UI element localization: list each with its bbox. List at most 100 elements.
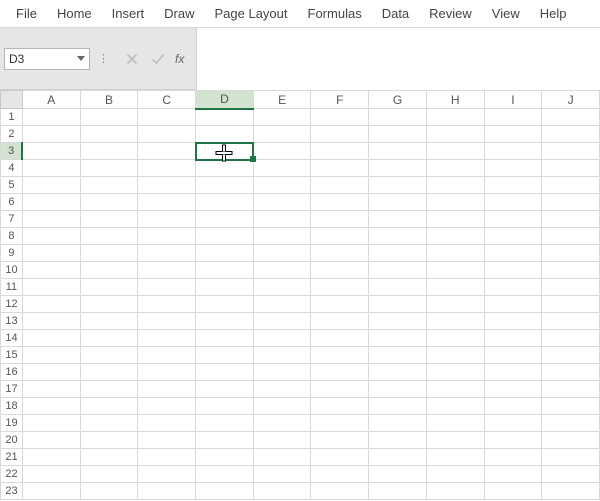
cell[interactable]: [369, 449, 427, 466]
ribbon-tab-home[interactable]: Home: [47, 0, 102, 28]
column-header[interactable]: E: [253, 91, 311, 109]
cell[interactable]: [80, 228, 138, 245]
cell[interactable]: [484, 313, 542, 330]
cell[interactable]: [426, 245, 484, 262]
cell[interactable]: [22, 313, 80, 330]
column-header[interactable]: J: [542, 91, 600, 109]
cell[interactable]: [196, 313, 254, 330]
enter-icon[interactable]: [149, 50, 167, 68]
cell[interactable]: [80, 483, 138, 500]
ribbon-tab-draw[interactable]: Draw: [154, 0, 204, 28]
cell[interactable]: [253, 347, 311, 364]
cell[interactable]: [369, 262, 427, 279]
cell[interactable]: [196, 449, 254, 466]
cell[interactable]: [484, 398, 542, 415]
cell[interactable]: [311, 143, 369, 160]
cell[interactable]: [542, 262, 600, 279]
cell[interactable]: [369, 347, 427, 364]
cell[interactable]: [80, 211, 138, 228]
ribbon-tab-review[interactable]: Review: [419, 0, 482, 28]
column-header[interactable]: D: [196, 91, 254, 109]
cell[interactable]: [22, 483, 80, 500]
cell[interactable]: [484, 211, 542, 228]
row-header[interactable]: 20: [1, 432, 23, 449]
cell[interactable]: [253, 313, 311, 330]
cell[interactable]: [253, 109, 311, 126]
cell[interactable]: [311, 245, 369, 262]
row-header[interactable]: 21: [1, 449, 23, 466]
row-header[interactable]: 10: [1, 262, 23, 279]
cell[interactable]: [196, 126, 254, 143]
cell[interactable]: [426, 364, 484, 381]
cell[interactable]: [138, 228, 196, 245]
row-header[interactable]: 6: [1, 194, 23, 211]
cell[interactable]: [22, 347, 80, 364]
cell[interactable]: [138, 483, 196, 500]
cell[interactable]: [484, 262, 542, 279]
cell[interactable]: [196, 296, 254, 313]
cell[interactable]: [311, 160, 369, 177]
cell[interactable]: [426, 211, 484, 228]
cell[interactable]: [196, 211, 254, 228]
cell[interactable]: [542, 279, 600, 296]
cell[interactable]: [311, 211, 369, 228]
cell[interactable]: [138, 398, 196, 415]
cell[interactable]: [311, 126, 369, 143]
cell[interactable]: [426, 313, 484, 330]
cell[interactable]: [369, 143, 427, 160]
row-header[interactable]: 15: [1, 347, 23, 364]
cell[interactable]: [80, 160, 138, 177]
cell[interactable]: [196, 466, 254, 483]
cell[interactable]: [253, 177, 311, 194]
cell[interactable]: [426, 177, 484, 194]
cell[interactable]: [426, 330, 484, 347]
cell[interactable]: [253, 364, 311, 381]
cell[interactable]: [542, 415, 600, 432]
cell[interactable]: [484, 109, 542, 126]
cell[interactable]: [253, 262, 311, 279]
cell[interactable]: [369, 466, 427, 483]
cell[interactable]: [311, 330, 369, 347]
cell[interactable]: [138, 466, 196, 483]
cell[interactable]: [311, 364, 369, 381]
cell[interactable]: [369, 398, 427, 415]
row-header[interactable]: 7: [1, 211, 23, 228]
cell[interactable]: [80, 364, 138, 381]
row-header[interactable]: 22: [1, 466, 23, 483]
name-box[interactable]: D3: [4, 48, 90, 70]
cell[interactable]: [80, 126, 138, 143]
row-header[interactable]: 17: [1, 381, 23, 398]
cell[interactable]: [426, 347, 484, 364]
cell[interactable]: [196, 143, 254, 160]
column-header[interactable]: I: [484, 91, 542, 109]
cell[interactable]: [138, 279, 196, 296]
cell[interactable]: [22, 466, 80, 483]
cell[interactable]: [196, 160, 254, 177]
cell[interactable]: [426, 296, 484, 313]
cell[interactable]: [80, 347, 138, 364]
cell[interactable]: [369, 211, 427, 228]
cell[interactable]: [369, 245, 427, 262]
row-header[interactable]: 1: [1, 109, 23, 126]
cell[interactable]: [80, 245, 138, 262]
cell[interactable]: [484, 381, 542, 398]
cell[interactable]: [542, 432, 600, 449]
cell[interactable]: [253, 432, 311, 449]
column-header[interactable]: G: [369, 91, 427, 109]
cell[interactable]: [196, 330, 254, 347]
row-header[interactable]: 13: [1, 313, 23, 330]
fx-icon[interactable]: fx: [175, 52, 184, 66]
cell[interactable]: [484, 483, 542, 500]
cell[interactable]: [138, 364, 196, 381]
cell[interactable]: [196, 262, 254, 279]
cell[interactable]: [311, 228, 369, 245]
ribbon-tab-page-layout[interactable]: Page Layout: [205, 0, 298, 28]
cell[interactable]: [542, 245, 600, 262]
cell[interactable]: [22, 381, 80, 398]
cell[interactable]: [369, 194, 427, 211]
cell[interactable]: [22, 211, 80, 228]
cell[interactable]: [369, 279, 427, 296]
cell[interactable]: [22, 398, 80, 415]
cell[interactable]: [138, 211, 196, 228]
cell[interactable]: [80, 381, 138, 398]
